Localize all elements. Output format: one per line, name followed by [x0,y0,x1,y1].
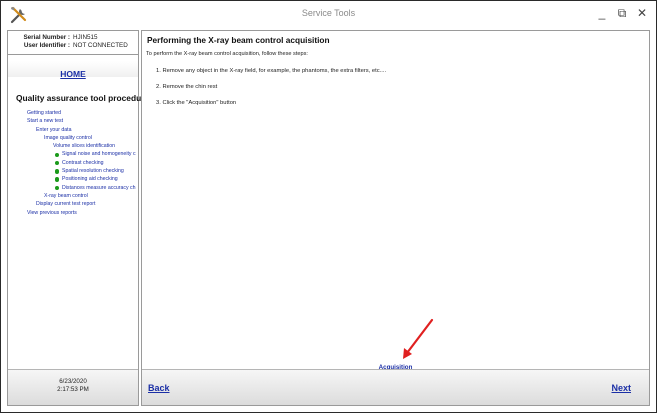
nav-item[interactable]: Image quality control [8,134,138,142]
date-time-panel: 6/23/2020 2:17:53 PM [8,369,138,405]
nav-item-label: Signal noise and homogeneity c [62,151,136,158]
nav-item-label: Enter your data [36,126,72,133]
nav-item-label: X-ray beam control [44,192,88,199]
nav-item[interactable]: Enter your data [8,126,138,134]
nav-item[interactable]: View previous reports [8,209,138,217]
nav-item-label: Distances measure accuracy ch [62,184,136,191]
title-bar: Service Tools _ ⧉ ✕ [1,1,656,28]
procedure-nav: Getting started Start a new test Enter you… [8,109,138,217]
nav-item[interactable]: Distances measure accuracy ch [8,184,138,192]
close-button[interactable]: ✕ [634,5,650,21]
window-controls: _ ⧉ ✕ [594,5,650,21]
status-dot-icon [55,185,60,191]
nav-item-label: Getting started [27,110,62,116]
sidebar: Serial Number : HJIN515 User Identifier … [7,30,149,406]
nav-item[interactable]: Contrast checking [8,159,138,167]
nav-item-label: Volume slices identification [53,143,115,150]
serial-number-value: HJIN515 [73,34,98,41]
main-panel: Performing the X-ray beam control acquis… [141,30,650,406]
nav-item[interactable]: Start a new test [8,117,138,125]
step-1: 1. Remove any object in the X-ray field,… [156,68,387,74]
section-title: Quality assurance tool procedure [16,93,150,103]
nav-item[interactable]: Spatial resolution checking [8,167,138,175]
nav-item[interactable]: Getting started [8,109,138,117]
nav-item[interactable]: Signal noise and homogeneity c [8,150,138,158]
nav-item[interactable]: Volume slices identification [8,142,138,150]
home-link[interactable]: HOME [8,69,138,79]
user-identifier-value: NOT CONNECTED [73,42,128,49]
status-dot-icon [55,160,60,166]
nav-item[interactable]: Positioning aid checking [8,175,138,183]
nav-item-label: Spatial resolution checking [62,168,124,175]
user-identifier-label: User Identifier : [23,42,70,49]
step-2: 2. Remove the chin rest [156,84,218,90]
nav-item[interactable]: X-ray beam control [8,192,138,200]
next-button[interactable]: Next [611,383,631,393]
nav-item[interactable]: Display current test report [8,200,138,208]
status-dot-icon [55,152,60,157]
current-time: 2:17:53 PM [57,386,89,393]
nav-item-label: Display current test report [36,201,96,208]
footer-bar: Back Next [142,369,649,405]
nav-item-label: Contrast checking [62,159,104,166]
nav-item-label: Start a new test [27,118,64,125]
status-dot-icon [55,177,60,182]
red-arrow-annotation [403,318,434,359]
serial-number-label: Serial Number : [23,34,70,41]
back-button[interactable]: Back [148,383,170,393]
status-dot-icon [55,169,60,174]
service-tools-window: Service Tools _ ⧉ ✕ Serial Number : HJIN… [0,0,657,413]
nav-item-label: Positioning aid checking [62,176,118,183]
device-info: Serial Number : HJIN515 User Identifier … [8,31,138,55]
step-3: 3. Click the "Acquisition" button [156,100,237,106]
minimize-button[interactable]: _ [594,5,610,21]
nav-item-label: Image quality control [44,134,92,141]
nav-item-label: View previous reports [27,209,77,216]
instructions-intro: To perform the X-ray beam control acquis… [146,51,308,57]
restore-button[interactable]: ⧉ [614,5,630,21]
window-title: Service Tools [301,8,356,18]
page-title: Performing the X-ray beam control acquis… [147,35,330,45]
current-date: 6/23/2020 [59,378,87,385]
